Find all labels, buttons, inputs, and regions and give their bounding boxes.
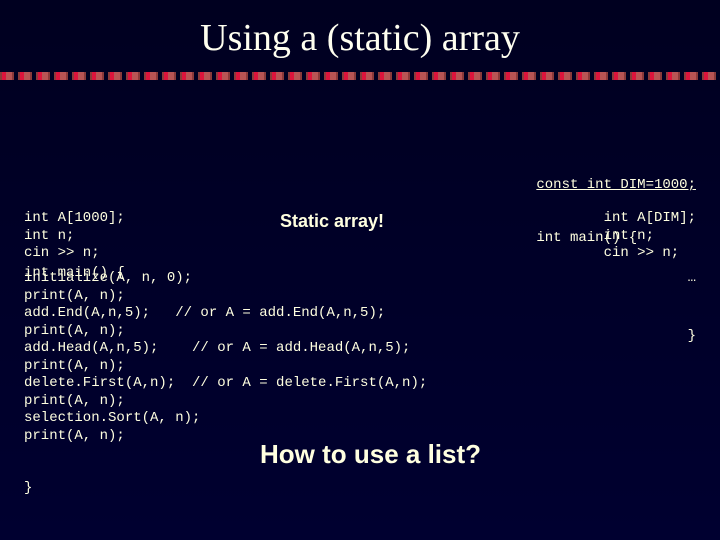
slide-title: Using a (static) array bbox=[0, 0, 720, 72]
right-const-line: const int DIM=1000; bbox=[536, 177, 696, 195]
left-close-brace: } bbox=[24, 480, 32, 498]
left-body: initialize(A, n, 0); print(A, n); add.En… bbox=[24, 270, 427, 445]
right-ellipsis: … bbox=[688, 270, 696, 288]
right-declarations: int A[DIM]; int n; cin >> n; bbox=[604, 210, 696, 263]
howto-label: How to use a list? bbox=[260, 438, 481, 471]
slide-content: int main() { const int DIM=1000; int mai… bbox=[0, 80, 720, 384]
decorative-divider bbox=[0, 72, 720, 80]
right-close-brace: } bbox=[688, 328, 696, 346]
static-array-label: Static array! bbox=[280, 210, 384, 233]
left-declarations: int A[1000]; int n; cin >> n; bbox=[24, 210, 125, 263]
